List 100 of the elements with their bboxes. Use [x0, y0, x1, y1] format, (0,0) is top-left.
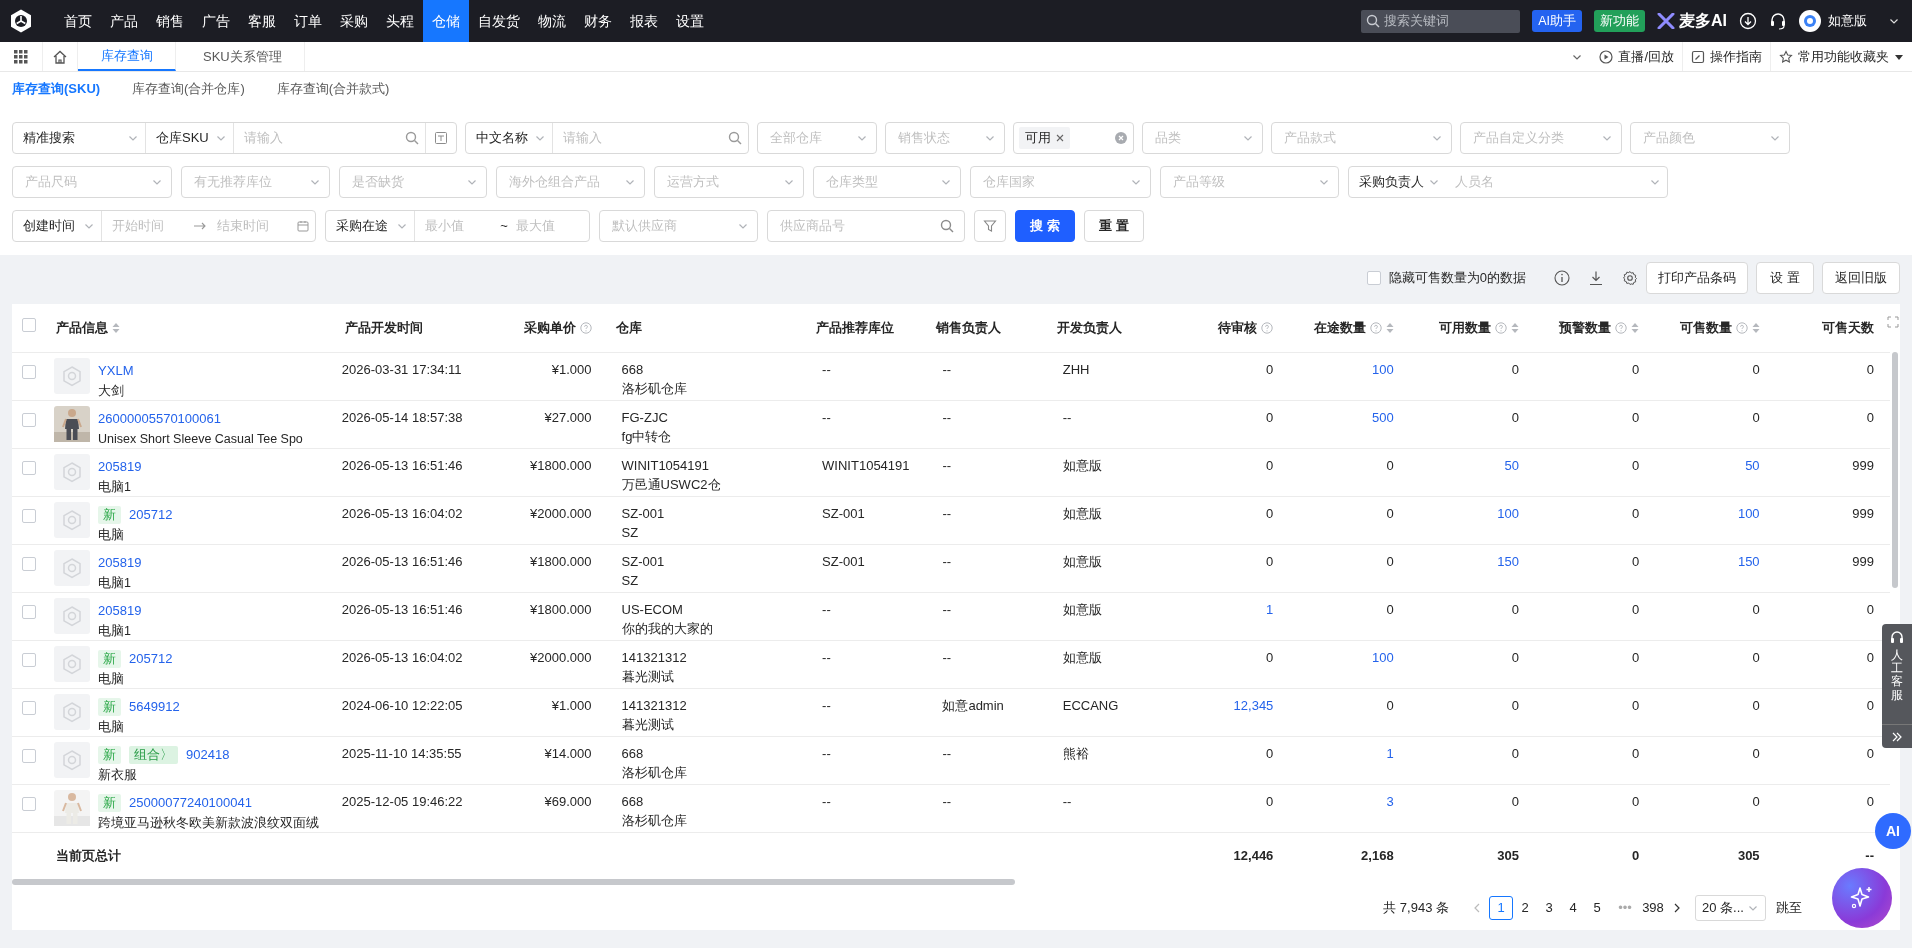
nav-item[interactable]: 订单: [285, 0, 331, 42]
nav-item[interactable]: 财务: [575, 0, 621, 42]
grid-icon[interactable]: [14, 49, 28, 64]
clear-icon[interactable]: [1115, 132, 1127, 144]
nav-item[interactable]: 设置: [667, 0, 713, 42]
nav-item[interactable]: 仓储: [423, 0, 469, 42]
reset-button[interactable]: 重 置: [1084, 210, 1144, 242]
page-number[interactable]: 398: [1641, 896, 1665, 920]
checkbox[interactable]: [1366, 271, 1381, 285]
filter-group[interactable]: 中文名称 请输入: [465, 122, 749, 154]
sku-link[interactable]: 205819: [98, 458, 142, 475]
expand-icon[interactable]: [1887, 316, 1899, 328]
quantity-link[interactable]: 3: [1386, 793, 1394, 809]
page-number[interactable]: 4: [1561, 896, 1585, 920]
quantity-link[interactable]: 150: [1737, 553, 1760, 569]
nav-item[interactable]: 物流: [529, 0, 575, 42]
checkbox[interactable]: [22, 700, 36, 715]
sub-tab[interactable]: 库存查询(合并仓库): [132, 79, 245, 99]
download-icon[interactable]: [1588, 270, 1604, 286]
field-select[interactable]: 创建时间: [13, 211, 101, 241]
info-icon[interactable]: [1554, 270, 1570, 286]
sku-link[interactable]: 205819: [98, 554, 142, 571]
field-select[interactable]: 仓库SKU: [145, 123, 233, 153]
page-tab[interactable]: SKU关系管理: [176, 42, 305, 71]
search-input[interactable]: 请输入: [244, 128, 401, 148]
checkbox[interactable]: [22, 460, 36, 475]
quantity-link[interactable]: 1: [1266, 601, 1274, 617]
sku-link[interactable]: 25000077240100041: [129, 794, 252, 811]
nav-item[interactable]: 头程: [377, 0, 423, 42]
quantity-link[interactable]: 50: [1745, 457, 1760, 473]
sku-link[interactable]: 205712: [129, 506, 173, 523]
search-input[interactable]: 搜索关键词: [1384, 11, 1505, 31]
nav-item[interactable]: 自发货: [469, 0, 529, 42]
quantity-link[interactable]: 100: [1497, 505, 1519, 521]
search-input[interactable]: 供应商品号: [780, 216, 940, 236]
page-number[interactable]: 2: [1513, 896, 1537, 920]
field-select[interactable]: 采购负责人: [1349, 167, 1445, 197]
ai-badge[interactable]: AI: [1875, 813, 1911, 849]
min-input[interactable]: 最小值: [425, 216, 493, 236]
checkbox[interactable]: [22, 652, 36, 667]
nav-item[interactable]: 客服: [239, 0, 285, 42]
checkbox[interactable]: [22, 556, 36, 571]
checkbox[interactable]: [22, 796, 36, 811]
nav-item[interactable]: 广告: [193, 0, 239, 42]
filter-group[interactable]: 采购负责人 人员名: [1348, 166, 1668, 198]
nav-item[interactable]: 采购: [331, 0, 377, 42]
quantity-link[interactable]: 100: [1737, 505, 1760, 521]
old-version-button[interactable]: 返回旧版: [1822, 262, 1900, 294]
page-size-select[interactable]: 20 条...: [1695, 895, 1766, 921]
search-button[interactable]: 搜 索: [1015, 210, 1075, 242]
checkbox[interactable]: [22, 508, 36, 523]
settings-icon[interactable]: [1622, 270, 1638, 286]
filter-button[interactable]: [974, 210, 1006, 242]
max-input[interactable]: 最大值: [515, 216, 583, 236]
favorites-link[interactable]: 常用功能收藏夹: [1771, 42, 1912, 71]
sku-link[interactable]: YXLM: [98, 362, 134, 379]
page-number[interactable]: 5: [1585, 896, 1609, 920]
search-input[interactable]: 请输入: [563, 128, 724, 148]
field-select[interactable]: 采购在途: [326, 211, 414, 241]
checkbox[interactable]: [22, 748, 36, 763]
date-input[interactable]: 开始时间: [112, 216, 183, 236]
quantity-link[interactable]: 50: [1504, 457, 1519, 473]
quantity-link[interactable]: 150: [1497, 553, 1519, 569]
tag[interactable]: 可用: [1019, 127, 1070, 149]
nav-item[interactable]: 首页: [55, 0, 101, 42]
sku-link[interactable]: 205819: [98, 602, 142, 619]
person-input[interactable]: 人员名: [1455, 172, 1645, 192]
sku-link[interactable]: 26000005570100061: [98, 410, 221, 427]
nav-item[interactable]: 销售: [147, 0, 193, 42]
checkbox[interactable]: [22, 364, 36, 379]
sku-link[interactable]: 205712: [129, 650, 173, 667]
page-number[interactable]: 1: [1489, 896, 1513, 920]
live-replay-link[interactable]: 直播/回放: [1591, 42, 1682, 71]
quantity-link[interactable]: 100: [1371, 649, 1394, 665]
double-chevron-icon[interactable]: [1891, 730, 1903, 743]
field-select[interactable]: 中文名称: [466, 123, 552, 153]
support-panel[interactable]: 人工客服: [1882, 624, 1912, 748]
sub-tab[interactable]: 库存查询(合并款式): [276, 79, 390, 99]
filter-group[interactable]: 精准搜索 仓库SKU 请输入: [12, 122, 457, 154]
search-field[interactable]: 供应商品号: [767, 210, 965, 242]
tag-select[interactable]: 可用: [1013, 122, 1134, 154]
calendar-icon[interactable]: [297, 220, 309, 232]
quantity-link[interactable]: 1: [1386, 745, 1394, 761]
sub-tab[interactable]: 库存查询(SKU): [12, 79, 101, 99]
checkbox[interactable]: [22, 318, 36, 332]
filter-group[interactable]: 采购在途 最小值 ~ 最大值: [325, 210, 590, 242]
quantity-link[interactable]: 100: [1371, 361, 1394, 377]
guide-link[interactable]: 操作指南: [1683, 42, 1770, 71]
print-barcode-button[interactable]: 打印产品条码: [1646, 262, 1748, 294]
checkbox[interactable]: [22, 412, 36, 427]
home-icon[interactable]: [52, 48, 68, 65]
sku-link[interactable]: 5649912: [129, 698, 180, 715]
headset-icon[interactable]: [1769, 12, 1787, 30]
search-field[interactable]: 搜索关键词: [1361, 9, 1521, 33]
sku-link[interactable]: 902418: [186, 746, 230, 763]
new-features-button[interactable]: 新功能: [1594, 10, 1645, 32]
date-input[interactable]: 结束时间: [216, 216, 287, 236]
user-name[interactable]: 如意版: [1828, 11, 1867, 31]
nav-item[interactable]: 产品: [101, 0, 147, 42]
settings-button[interactable]: 设 置: [1756, 262, 1814, 294]
